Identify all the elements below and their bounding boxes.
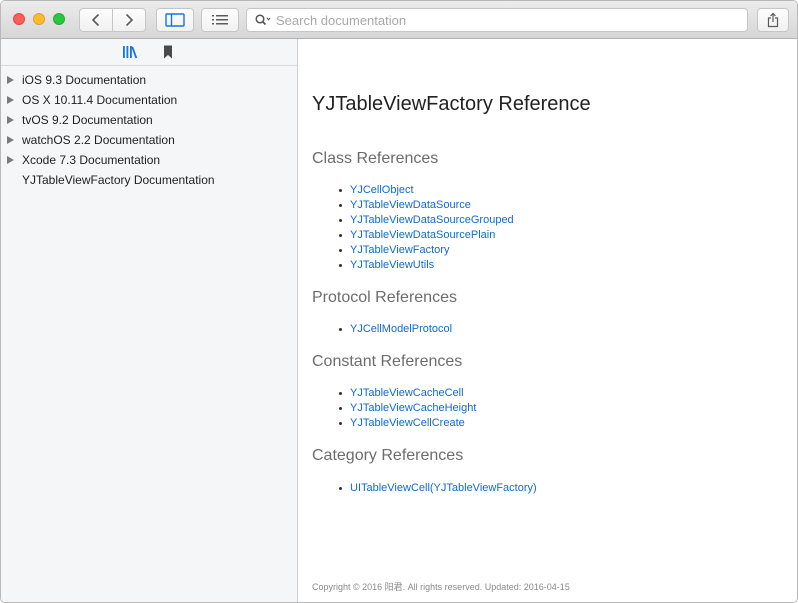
bookmark-icon	[164, 45, 172, 59]
class-reference-list: YJCellObject YJTableViewDataSource YJTab…	[339, 183, 514, 273]
constant-reference-list: YJTableViewCacheCell YJTableViewCacheHei…	[339, 386, 476, 431]
share-icon	[767, 12, 779, 28]
chevron-left-icon	[91, 13, 100, 27]
list-item: YJTableViewCellCreate	[339, 416, 476, 431]
sidebar-tabs	[1, 39, 297, 66]
tree-item-ios[interactable]: iOS 9.3 Documentation	[1, 70, 297, 90]
list-item: YJCellModelProtocol	[339, 322, 452, 337]
reference-link[interactable]: YJTableViewDataSource	[350, 199, 471, 211]
page-title: YJTableViewFactory Reference	[312, 93, 591, 115]
category-reference-list: UITableViewCell(YJTableViewFactory)	[339, 481, 537, 496]
reference-link[interactable]: YJTableViewFactory	[350, 244, 449, 256]
library-tab[interactable]	[122, 44, 138, 60]
documentation-tree: iOS 9.3 Documentation OS X 10.11.4 Docum…	[1, 66, 297, 190]
bookmarks-tab[interactable]	[160, 44, 176, 60]
reference-link[interactable]: YJTableViewDataSourceGrouped	[350, 214, 514, 226]
list-item: YJTableViewFactory	[339, 243, 514, 258]
list-item: YJTableViewDataSourcePlain	[339, 228, 514, 243]
copyright-footer: Copyright © 2016 阳君. All rights reserved…	[312, 582, 570, 592]
list-item: YJTableViewDataSourceGrouped	[339, 213, 514, 228]
disclosure-triangle-icon[interactable]	[1, 156, 22, 164]
tree-item-label: YJTableViewFactory Documentation	[22, 173, 215, 187]
sidebar: iOS 9.3 Documentation OS X 10.11.4 Docum…	[1, 39, 298, 602]
reference-link[interactable]: YJTableViewCellCreate	[350, 417, 465, 429]
list-item: YJCellObject	[339, 183, 514, 198]
close-window-button[interactable]	[13, 13, 25, 25]
tree-item-label: Xcode 7.3 Documentation	[22, 153, 161, 167]
reference-link[interactable]: UITableViewCell(YJTableViewFactory)	[350, 482, 537, 494]
list-item: YJTableViewCacheCell	[339, 386, 476, 401]
disclosure-triangle-icon[interactable]	[1, 96, 22, 104]
share-button[interactable]	[757, 8, 789, 32]
tree-item-label: iOS 9.3 Documentation	[22, 73, 147, 87]
disclosure-triangle-icon[interactable]	[1, 136, 22, 144]
section-heading-class: Class References	[312, 150, 439, 167]
section-heading-protocol: Protocol References	[312, 289, 457, 306]
toggle-sidebar-button[interactable]	[156, 8, 194, 32]
outline-button[interactable]	[201, 8, 239, 32]
reference-link[interactable]: YJTableViewDataSourcePlain	[350, 229, 495, 241]
toolbar	[1, 1, 797, 39]
back-button[interactable]	[79, 8, 113, 32]
reference-link[interactable]: YJCellObject	[350, 184, 414, 196]
search-input[interactable]	[276, 12, 736, 28]
minimize-window-button[interactable]	[33, 13, 45, 25]
protocol-reference-list: YJCellModelProtocol	[339, 322, 452, 337]
forward-button[interactable]	[112, 8, 146, 32]
tree-item-tvos[interactable]: tvOS 9.2 Documentation	[1, 110, 297, 130]
list-icon	[212, 15, 228, 25]
disclosure-triangle-icon[interactable]	[1, 116, 22, 124]
tree-item-osx[interactable]: OS X 10.11.4 Documentation	[1, 90, 297, 110]
list-item: YJTableViewCacheHeight	[339, 401, 476, 416]
search-field[interactable]	[246, 8, 748, 32]
disclosure-triangle-icon[interactable]	[1, 76, 22, 84]
app-window: iOS 9.3 Documentation OS X 10.11.4 Docum…	[0, 0, 798, 603]
library-icon	[123, 46, 138, 59]
sidebar-icon	[165, 13, 185, 27]
reference-link[interactable]: YJTableViewCacheCell	[350, 387, 464, 399]
section-heading-category: Category References	[312, 447, 464, 464]
tree-item-label: tvOS 9.2 Documentation	[22, 113, 153, 127]
tree-item-yjtableviewfactory[interactable]: YJTableViewFactory Documentation	[1, 170, 297, 190]
documentation-content: YJTableViewFactory Reference Class Refer…	[299, 39, 797, 602]
tree-item-xcode[interactable]: Xcode 7.3 Documentation	[1, 150, 297, 170]
reference-link[interactable]: YJTableViewUtils	[350, 259, 434, 271]
list-item: YJTableViewUtils	[339, 258, 514, 273]
section-heading-constant: Constant References	[312, 353, 463, 370]
reference-link[interactable]: YJTableViewCacheHeight	[350, 402, 476, 414]
tree-item-watchos[interactable]: watchOS 2.2 Documentation	[1, 130, 297, 150]
zoom-window-button[interactable]	[53, 13, 65, 25]
tree-item-label: watchOS 2.2 Documentation	[22, 133, 175, 147]
list-item: UITableViewCell(YJTableViewFactory)	[339, 481, 537, 496]
tree-item-label: OS X 10.11.4 Documentation	[22, 93, 178, 107]
list-item: YJTableViewDataSource	[339, 198, 514, 213]
reference-link[interactable]: YJCellModelProtocol	[350, 323, 452, 335]
search-icon	[255, 14, 271, 26]
chevron-right-icon	[125, 13, 134, 27]
